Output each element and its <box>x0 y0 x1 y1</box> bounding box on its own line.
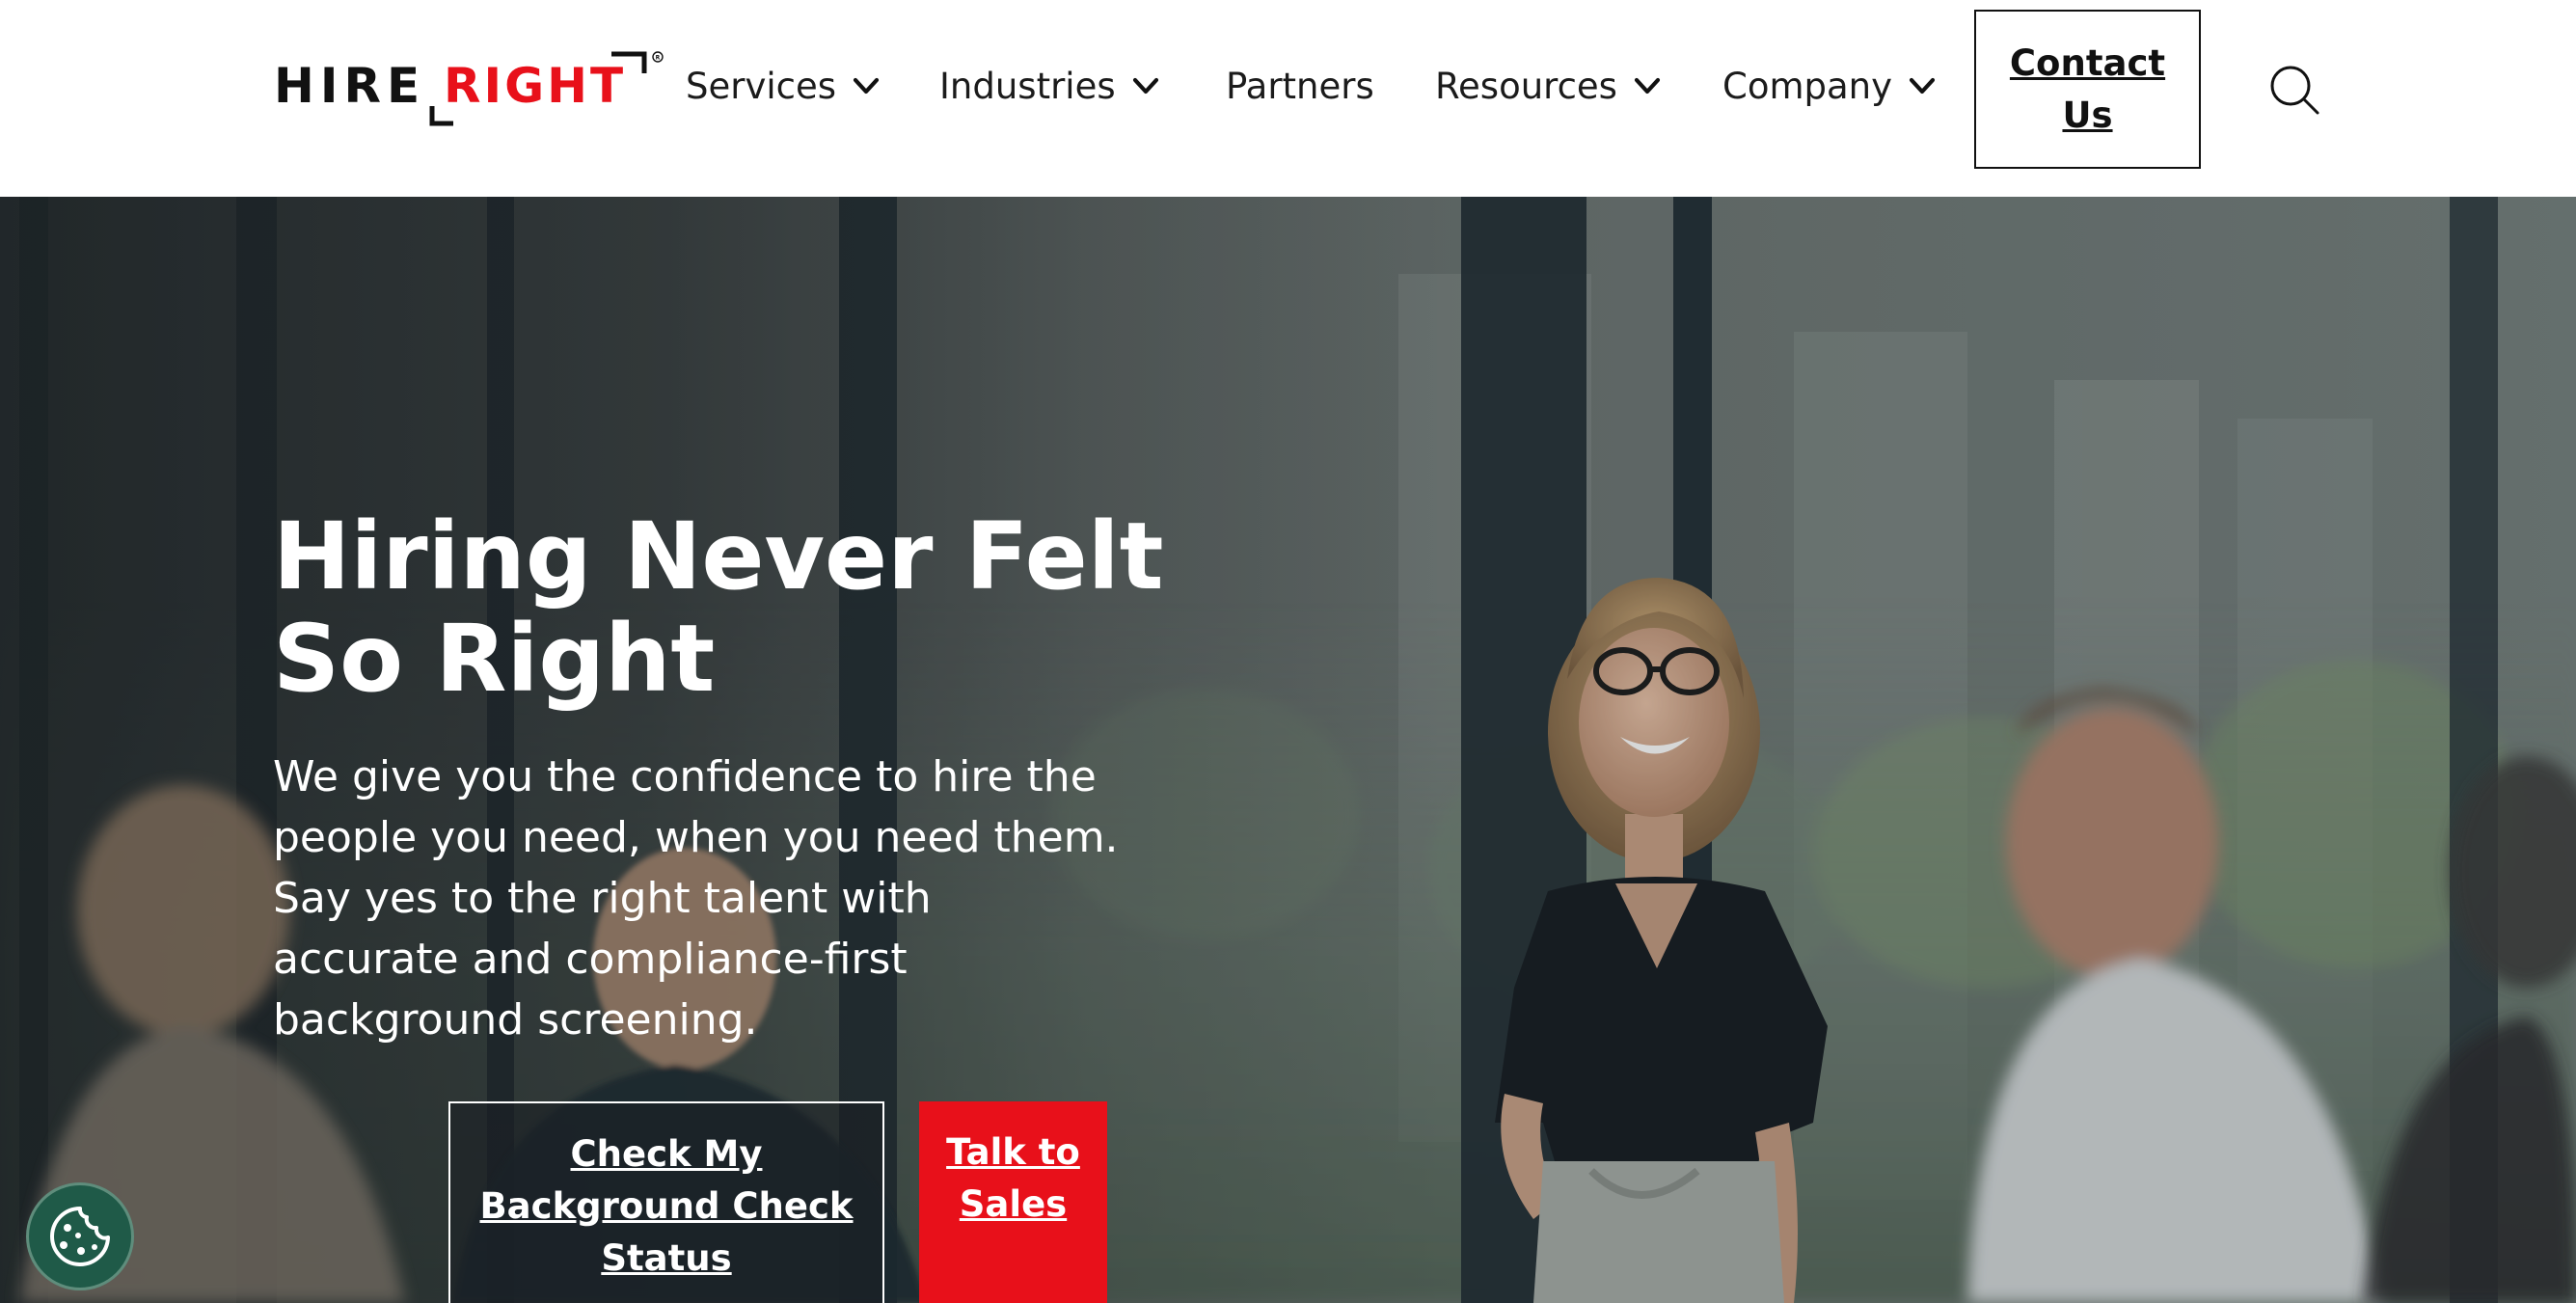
cookie-settings-button[interactable] <box>26 1182 134 1290</box>
nav-resources-label: Resources <box>1435 65 1617 107</box>
contact-us-button[interactable]: Contact Us <box>1974 10 2201 169</box>
hero-section: Hiring Never Felt So Right We give you t… <box>0 197 2576 1303</box>
hero-title: Hiring Never Felt So Right <box>273 502 1164 713</box>
cookie-icon <box>50 1207 110 1266</box>
svg-text:HIRE: HIRE <box>274 58 425 114</box>
chevron-down-icon <box>850 69 882 102</box>
nav-resources[interactable]: Resources <box>1435 60 1664 112</box>
hireright-logo[interactable]: HIRE RIGHT R <box>272 50 667 129</box>
talk-to-sales-button[interactable]: Talk to Sales <box>919 1101 1107 1303</box>
nav-company-label: Company <box>1722 65 1893 107</box>
search-button[interactable] <box>2266 62 2324 120</box>
nav-company[interactable]: Company <box>1722 60 1939 112</box>
chevron-down-icon <box>1631 69 1664 102</box>
chevron-down-icon <box>1906 69 1939 102</box>
chevron-down-icon <box>1129 69 1162 102</box>
hireright-logo-mark: HIRE RIGHT R <box>274 51 664 126</box>
contact-us-label: Contact Us <box>2009 41 2166 136</box>
nav-partners[interactable]: Partners <box>1226 60 1374 112</box>
hero-description: We give you the confidence to hire the p… <box>273 752 1119 1045</box>
site-header: HIRE RIGHT R Services Industries Partner… <box>0 0 2576 197</box>
nav-partners-label: Partners <box>1226 65 1374 107</box>
check-status-button[interactable]: Check My Background Check Status <box>448 1101 884 1303</box>
check-status-label: Check My Background Check Status <box>479 1133 854 1279</box>
svg-text:R: R <box>656 54 661 61</box>
talk-to-sales-label: Talk to Sales <box>946 1131 1080 1225</box>
svg-text:RIGHT: RIGHT <box>444 58 626 114</box>
nav-services[interactable]: Services <box>686 60 882 112</box>
nav-industries[interactable]: Industries <box>939 60 1162 112</box>
nav-services-label: Services <box>686 65 837 107</box>
nav-industries-label: Industries <box>939 65 1116 107</box>
search-icon <box>2270 66 2319 115</box>
